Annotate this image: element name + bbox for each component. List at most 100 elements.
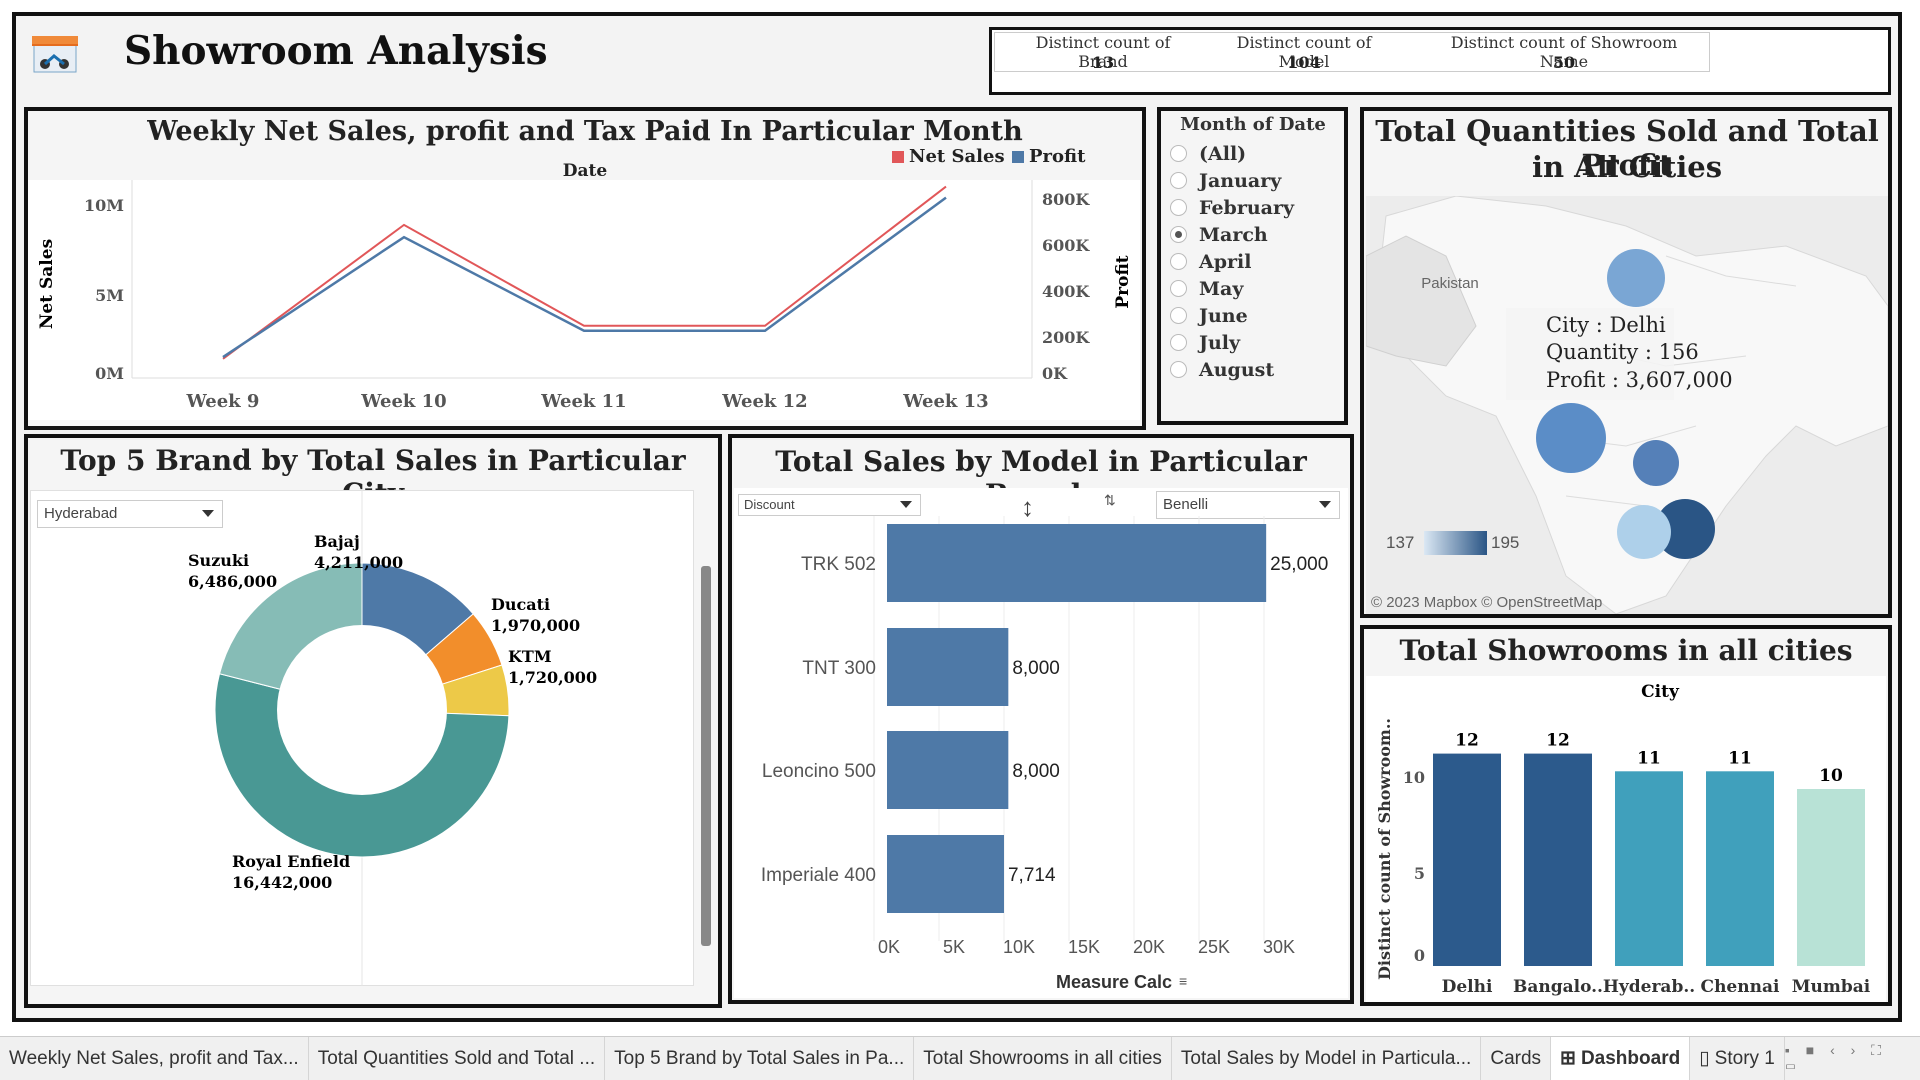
showroom-value-label: 11	[1728, 748, 1752, 768]
showroom-bar	[1524, 753, 1592, 966]
model-bar-chart: 0K 5K 10K 15K 20K 25K 30K TRK 502 25,000 TNT 300…	[761, 516, 1328, 992]
slice-value-royal-enfield: 16,442,000	[232, 873, 332, 892]
month-option-all[interactable]: (All)	[1170, 140, 1340, 167]
radio-icon	[1170, 280, 1187, 297]
radio-icon	[1170, 361, 1187, 378]
month-option-march[interactable]: March	[1170, 221, 1340, 248]
city-label: Delhi	[1442, 977, 1493, 997]
x-tick: 0K	[878, 937, 900, 957]
slice-value-suzuki: 6,486,000	[188, 572, 277, 591]
slice-label-ducati: Ducati	[491, 595, 550, 614]
slice-value-bajaj: 4,211,000	[314, 553, 403, 572]
radio-icon	[1170, 199, 1187, 216]
city-header: City	[1641, 682, 1680, 702]
sort-icon[interactable]: ⇅	[1104, 492, 1116, 509]
dashboard-grid-icon: ⊞	[1560, 1048, 1576, 1069]
color-legend-bar	[1424, 531, 1487, 555]
chevron-down-icon	[900, 501, 912, 508]
x-tick: 20K	[1133, 937, 1165, 957]
weekly-chart-title: Weekly Net Sales, profit and Tax Paid In…	[147, 116, 1023, 147]
scrollbar[interactable]	[701, 566, 711, 946]
legend-profit: Profit	[1012, 146, 1085, 167]
kpi-brand-value: 13	[1091, 53, 1115, 72]
tab-top5-brand[interactable]: Top 5 Brand by Total Sales in Pa...	[605, 1037, 915, 1080]
showroom-value-label: 11	[1637, 748, 1661, 768]
right-tick: 600K	[1042, 236, 1090, 255]
slice-label-suzuki: Suzuki	[188, 551, 249, 570]
month-filter-title: Month of Date	[1180, 114, 1326, 135]
x-tick: 25K	[1198, 937, 1230, 957]
month-option-may[interactable]: May	[1170, 275, 1340, 302]
tab-total-showrooms[interactable]: Total Showrooms in all cities	[914, 1037, 1172, 1080]
slice-label-royal-enfield: Royal Enfield	[232, 852, 350, 871]
x-tick: 30K	[1263, 937, 1295, 957]
month-option-april[interactable]: April	[1170, 248, 1340, 275]
page-title: Showroom Analysis	[124, 28, 548, 74]
radio-icon	[1170, 172, 1187, 189]
month-option-february[interactable]: February	[1170, 194, 1340, 221]
x-tick: 10K	[1003, 937, 1035, 957]
y-tick: 10	[1403, 768, 1425, 787]
model-bar	[887, 835, 1004, 913]
tab-weekly-net-sales[interactable]: Weekly Net Sales, profit and Tax...	[0, 1037, 309, 1080]
tooltip-city: City : Delhi	[1546, 313, 1666, 337]
showrooms-bar-chart: City Distinct count of Showroom.. 10 5 0…	[1366, 676, 1886, 1002]
model-value-label: 8,000	[1012, 761, 1060, 782]
city-label: Bangalo..	[1513, 977, 1603, 997]
city-label: Mumbai	[1792, 977, 1871, 997]
brand-filter-dropdown[interactable]: Benelli	[1156, 491, 1340, 519]
slice-label-bajaj: Bajaj	[314, 532, 360, 551]
model-label: Imperiale 400	[761, 865, 876, 886]
ylabel-net-sales: Net Sales	[37, 239, 57, 329]
tab-sales-by-model[interactable]: Total Sales by Model in Particula...	[1172, 1037, 1482, 1080]
showroom-bar	[1797, 789, 1865, 966]
slice-value-ktm: 1,720,000	[508, 668, 597, 687]
month-option-august[interactable]: August	[1170, 356, 1340, 383]
legend-net-sales: Net Sales	[892, 146, 1005, 167]
right-tick: 0K	[1042, 364, 1068, 383]
month-radio-list: (All) January February March April May J…	[1170, 140, 1340, 383]
model-label: TNT 300	[802, 658, 876, 679]
showroom-bar	[1433, 753, 1501, 966]
right-tick: 800K	[1042, 190, 1090, 209]
week-label: Week 12	[721, 391, 807, 412]
city-bubble-delhi	[1607, 249, 1665, 307]
story-book-icon: ▯	[1699, 1048, 1710, 1069]
city-bubble-hyderabad	[1633, 440, 1679, 486]
tooltip-quantity: Quantity : 156	[1546, 340, 1699, 364]
x-tick: 5K	[943, 937, 965, 957]
model-label: Leoncino 500	[762, 761, 876, 782]
tab-cards[interactable]: Cards	[1481, 1037, 1552, 1080]
model-bar	[887, 524, 1267, 602]
month-option-june[interactable]: June	[1170, 302, 1340, 329]
month-option-july[interactable]: July	[1170, 329, 1340, 356]
left-tick: 5M	[95, 286, 124, 305]
model-value-label: 25,000	[1270, 554, 1328, 575]
weekly-line-chart: Net Sales Profit 10M 5M 0M 800K 600K 400…	[28, 180, 1140, 420]
model-bar	[887, 731, 1009, 809]
tab-story[interactable]: ▯ Story 1	[1690, 1037, 1785, 1080]
kpi-showroom-value: 50	[1552, 53, 1576, 72]
measure-filter-dropdown[interactable]: Discount	[738, 494, 921, 516]
showroom-bar	[1615, 771, 1683, 966]
model-value-label: 7,714	[1008, 865, 1056, 886]
month-option-january[interactable]: January	[1170, 167, 1340, 194]
tab-total-quantities[interactable]: Total Quantities Sold and Total ...	[309, 1037, 606, 1080]
radio-icon	[1170, 307, 1187, 324]
legend-max: 195	[1491, 533, 1519, 552]
tab-dashboard[interactable]: ⊞ Dashboard	[1551, 1037, 1691, 1080]
slice-value-ducati: 1,970,000	[491, 616, 580, 635]
donut-chart: Bajaj 4,211,000 Ducati 1,970,000 KTM 1,7…	[188, 490, 597, 986]
showrooms-title: Total Showrooms in all cities	[1399, 634, 1853, 667]
map-title-line2: in All Cities	[1531, 150, 1723, 184]
model-bar	[887, 628, 1009, 706]
country-label-pakistan: Pakistan	[1421, 275, 1479, 292]
y-tick: 0	[1414, 946, 1425, 965]
map-view[interactable]: Pakistan City : Delhi Quantity : 156 Pro…	[1366, 196, 1888, 614]
week-label: Week 13	[902, 391, 988, 412]
showroom-value-label: 12	[1455, 731, 1479, 751]
tab-nav-controls[interactable]: ▪ ■ ‹ › ⛶ ▭	[1785, 1042, 1920, 1076]
showroom-value-label: 10	[1819, 766, 1843, 786]
legend-min: 137	[1386, 533, 1414, 552]
sort-small-icon: ≡	[1179, 973, 1187, 989]
